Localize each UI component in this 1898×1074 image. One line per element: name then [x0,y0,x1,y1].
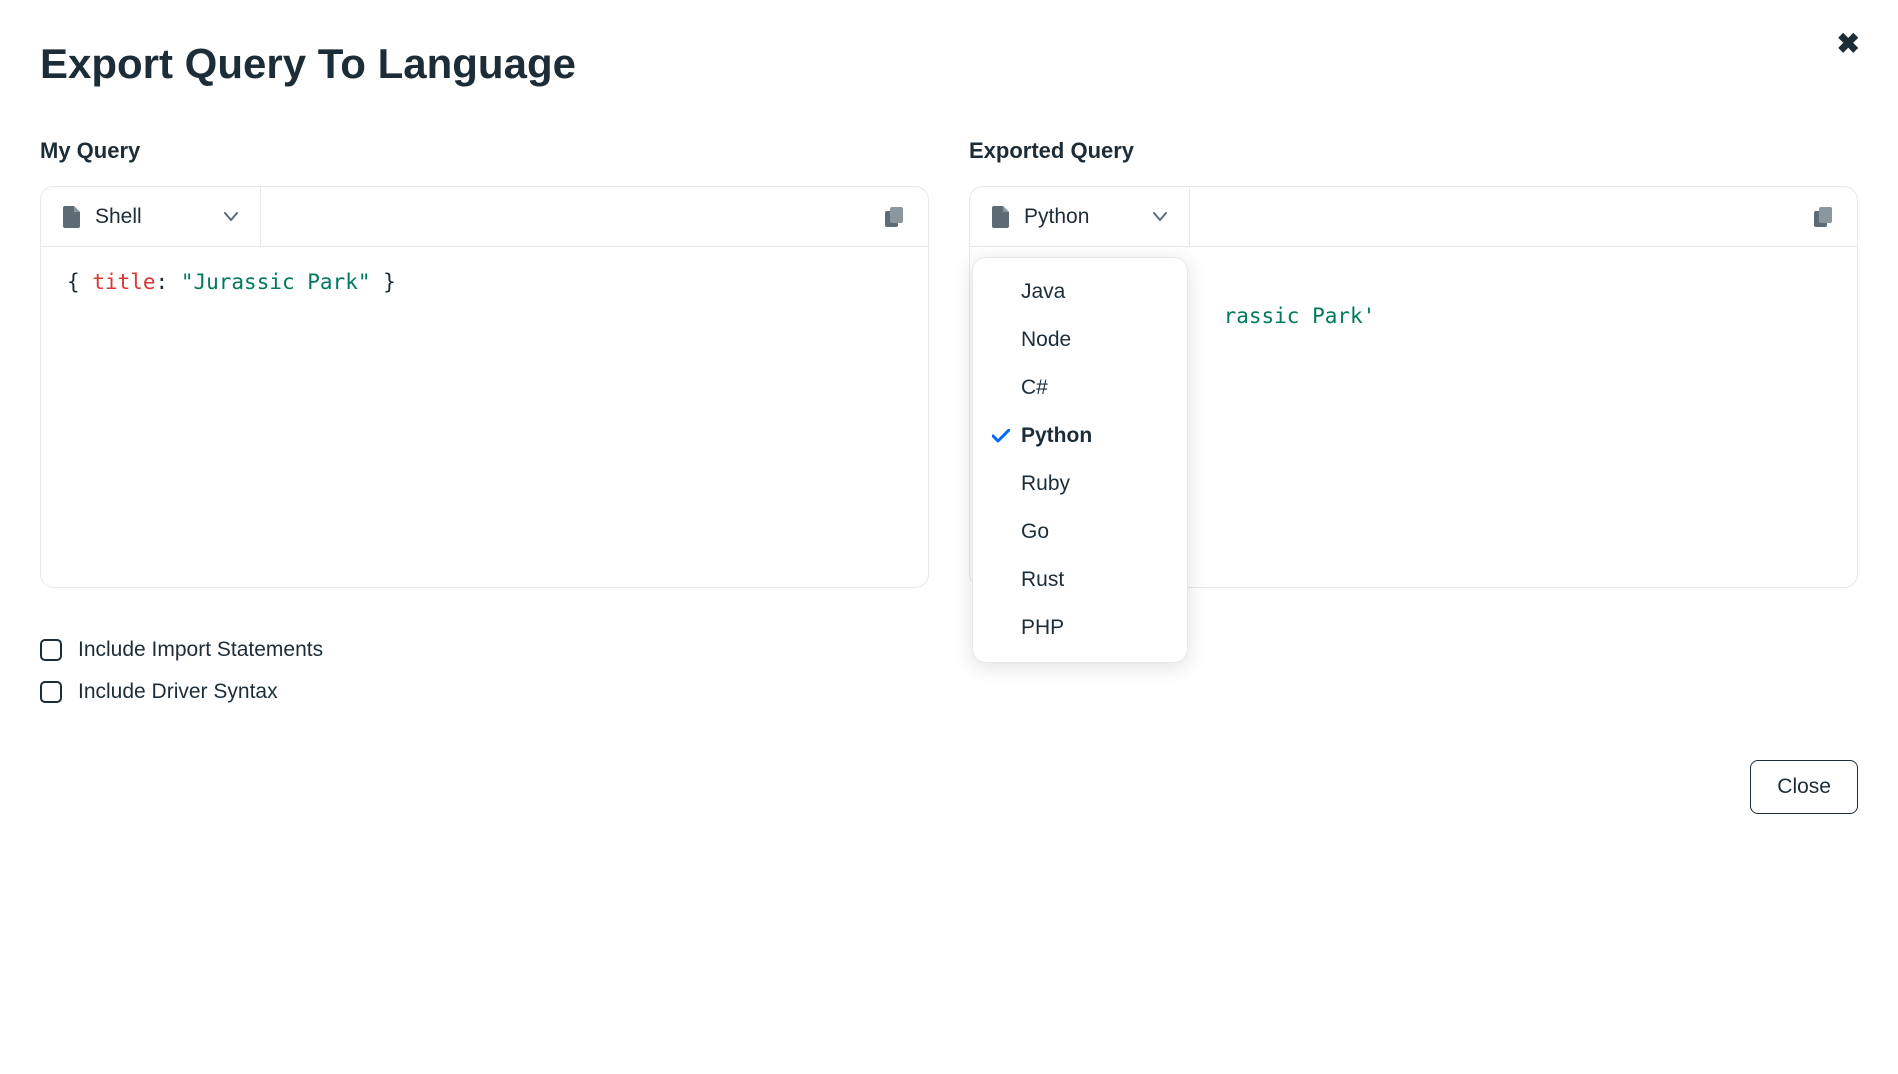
language-dropdown: Java Node C# [972,257,1188,663]
language-option-csharp[interactable]: C# [973,364,1187,412]
checkbox-box [40,681,62,703]
language-option-java[interactable]: Java [973,268,1187,316]
include-imports-checkbox[interactable]: Include Import Statements [40,638,929,662]
close-button[interactable]: Close [1750,760,1858,814]
exported-query-panel: Python Java Node [969,186,1858,588]
my-query-column: My Query Shell [40,138,929,722]
language-option-go[interactable]: Go [973,508,1187,556]
my-query-language-selector[interactable]: Shell [41,187,261,246]
modal-title: Export Query To Language [40,40,1858,88]
language-option-python[interactable]: Python [973,412,1187,460]
my-query-panel: Shell { t [40,186,929,588]
checkbox-label: Include Import Statements [78,638,323,662]
my-query-heading: My Query [40,138,929,164]
document-icon [63,206,81,228]
my-query-language-label: Shell [95,205,210,229]
checkbox-label: Include Driver Syntax [78,680,278,704]
copy-exported-query-button[interactable] [1791,187,1857,246]
exported-query-column: Exported Query Python [969,138,1858,722]
language-option-rust[interactable]: Rust [973,556,1187,604]
exported-query-panel-header: Python Java Node [970,187,1857,247]
exported-query-heading: Exported Query [969,138,1858,164]
document-icon [992,206,1010,228]
check-icon [991,429,1011,443]
exported-query-language-label: Python [1024,205,1139,229]
chevron-down-icon [1153,212,1167,222]
exported-query-language-selector[interactable]: Python Java Node [970,187,1190,246]
copy-my-query-button[interactable] [862,187,928,246]
language-option-ruby[interactable]: Ruby [973,460,1187,508]
copy-icon [1813,206,1835,228]
my-query-code[interactable]: { title: "Jurassic Park" } [41,247,928,587]
include-driver-checkbox[interactable]: Include Driver Syntax [40,680,929,704]
close-icon[interactable]: ✖ [1837,30,1860,58]
chevron-down-icon [224,212,238,222]
export-options: Include Import Statements Include Driver… [40,638,929,704]
my-query-panel-header: Shell [41,187,928,247]
checkbox-box [40,639,62,661]
language-option-php[interactable]: PHP [973,604,1187,652]
copy-icon [884,206,906,228]
language-option-node[interactable]: Node [973,316,1187,364]
